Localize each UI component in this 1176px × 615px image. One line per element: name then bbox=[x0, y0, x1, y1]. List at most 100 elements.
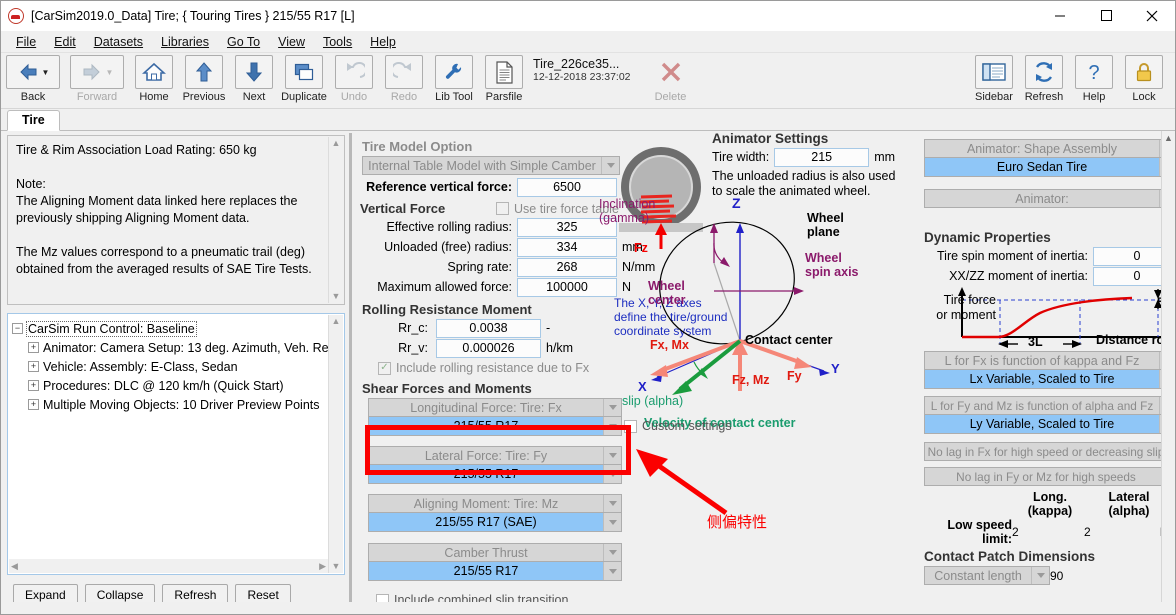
menu-datasets[interactable]: Datasets bbox=[85, 33, 152, 51]
tab-tire[interactable]: Tire bbox=[7, 110, 60, 131]
low-speed-alpha-input[interactable]: 2 bbox=[1084, 525, 1160, 539]
back-dropdown-icon[interactable]: ▼ bbox=[42, 68, 50, 77]
expand-icon[interactable]: + bbox=[28, 399, 39, 410]
reference-vertical-force-input[interactable]: 6500 bbox=[517, 177, 617, 197]
checkbox-checked-icon[interactable]: ✓ bbox=[378, 361, 391, 375]
relaxation-length-chart: Tire force or moment 3L Distance rolled … bbox=[918, 287, 1175, 349]
menu-help[interactable]: Help bbox=[361, 33, 405, 51]
expand-icon[interactable]: + bbox=[28, 342, 39, 353]
animator-shape-value-combo[interactable]: Euro Sedan Tire bbox=[924, 158, 1175, 177]
custom-settings-checkbox[interactable]: Custom settings bbox=[624, 419, 732, 433]
tree-item-procedures[interactable]: + Procedures: DLC @ 120 km/h (Quick Star… bbox=[12, 376, 340, 395]
menu-file[interactable]: File bbox=[7, 33, 45, 51]
no-lag-fx-combo[interactable]: No lag in Fx for high speed or decreasin… bbox=[924, 442, 1175, 461]
lx-title-combo[interactable]: L for Fx is function of kappa and Fz bbox=[924, 351, 1175, 370]
checkbox-icon[interactable] bbox=[624, 419, 637, 433]
menu-view[interactable]: View bbox=[269, 33, 314, 51]
constant-length-input[interactable]: 90 bbox=[1050, 569, 1162, 583]
menu-goto[interactable]: Go To bbox=[218, 33, 269, 51]
aligning-moment-value-combo[interactable]: 215/55 R17 (SAE) bbox=[368, 513, 622, 532]
chevron-down-icon[interactable] bbox=[603, 513, 621, 531]
toolbar-forward-button[interactable]: ▼ Forward bbox=[66, 55, 128, 103]
animator-shape-title-combo[interactable]: Animator: Shape Assembly bbox=[924, 139, 1175, 158]
animator-shape-title: Animator: Shape Assembly bbox=[925, 140, 1159, 157]
scroll-up-icon[interactable]: ▲ bbox=[332, 139, 341, 148]
no-lag-fx-label: No lag in Fx for high speed or decreasin… bbox=[925, 443, 1167, 460]
longitudinal-force-title-combo[interactable]: Longitudinal Force: Tire: Fx bbox=[368, 398, 622, 417]
notes-textarea[interactable]: Tire & Rim Association Load Rating: 650 … bbox=[7, 135, 345, 305]
toolbar-home-button[interactable]: Home bbox=[130, 55, 178, 103]
toolbar-parsfile-button[interactable]: Parsfile bbox=[480, 55, 528, 103]
collapse-icon[interactable]: − bbox=[12, 323, 23, 334]
scroll-up-icon[interactable]: ▲ bbox=[1164, 133, 1173, 143]
toolbar-duplicate-button[interactable]: Duplicate bbox=[280, 55, 328, 103]
tree-item-animator[interactable]: + Animator: Camera Setup: 13 deg. Azimut… bbox=[12, 338, 340, 357]
lateral-force-value-combo[interactable]: 215/55 R17 bbox=[368, 465, 622, 484]
chevron-down-icon[interactable] bbox=[603, 399, 621, 416]
tree-root-row[interactable]: − CarSim Run Control: Baseline bbox=[12, 319, 340, 338]
toolbar-lock-label: Lock bbox=[1132, 91, 1156, 103]
aligning-moment-title-combo[interactable]: Aligning Moment: Tire: Mz bbox=[368, 494, 622, 513]
expand-icon[interactable]: + bbox=[28, 380, 39, 391]
title-bar: [CarSim2019.0_Data] Tire; { Touring Tire… bbox=[1, 1, 1175, 31]
toolbar-sidebar-button[interactable]: Sidebar bbox=[970, 55, 1018, 103]
constant-length-combo[interactable]: Constant length bbox=[924, 566, 1050, 585]
contact-center-label: Contact center bbox=[745, 333, 833, 347]
lx-value-combo[interactable]: Lx Variable, Scaled to Tire bbox=[924, 370, 1175, 389]
toolbar-help-button[interactable]: ? Help bbox=[1070, 55, 1118, 103]
chevron-down-icon[interactable] bbox=[603, 417, 621, 435]
tire-width-input[interactable]: 215 bbox=[774, 147, 870, 167]
tree-horizontal-scrollbar[interactable]: ◀ ▶ bbox=[9, 559, 328, 573]
minimize-icon[interactable] bbox=[1037, 1, 1083, 31]
animator-plain-combo[interactable]: Animator: bbox=[924, 189, 1175, 208]
no-lag-fy-mz-combo[interactable]: No lag in Fy or Mz for high speeds bbox=[924, 467, 1175, 486]
close-icon[interactable] bbox=[1129, 1, 1175, 31]
svg-text:?: ? bbox=[1088, 62, 1099, 83]
scroll-left-icon[interactable]: ◀ bbox=[11, 561, 18, 572]
toolbar-lock-button[interactable]: Lock bbox=[1120, 55, 1168, 103]
toolbar: ▼ Back ▼ Forward Home Previous Next Dupl… bbox=[1, 53, 1175, 109]
low-speed-kappa-input[interactable]: 2 bbox=[1012, 525, 1084, 539]
toolbar-refresh-button[interactable]: Refresh bbox=[1020, 55, 1068, 103]
chevron-down-icon[interactable] bbox=[603, 495, 621, 512]
tree-vertical-scrollbar[interactable]: ▲ ▼ bbox=[328, 315, 343, 573]
toolbar-previous-button[interactable]: Previous bbox=[180, 55, 228, 103]
animator-settings-header: Animator Settings bbox=[712, 131, 829, 146]
chevron-down-icon[interactable] bbox=[603, 465, 621, 483]
menu-edit[interactable]: Edit bbox=[45, 33, 85, 51]
contact-patch-header: Contact Patch Dimensions bbox=[924, 549, 1096, 564]
toolbar-libtool-button[interactable]: Lib Tool bbox=[430, 55, 478, 103]
longitudinal-force-value-combo[interactable]: 215/55 R17 bbox=[368, 417, 622, 436]
lateral-force-title-combo[interactable]: Lateral Force: Tire: Fy bbox=[368, 446, 622, 465]
parsfile-date: 12-12-2018 23:37:02 bbox=[533, 71, 631, 83]
ly-title-combo[interactable]: L for Fy and Mz is function of alpha and… bbox=[924, 396, 1175, 415]
menu-libraries[interactable]: Libraries bbox=[152, 33, 218, 51]
ly-value-combo[interactable]: Ly Variable, Scaled to Tire bbox=[924, 415, 1175, 434]
tree-item-vehicle[interactable]: + Vehicle: Assembly: E-Class, Sedan bbox=[12, 357, 340, 376]
camber-thrust-title-combo[interactable]: Camber Thrust bbox=[368, 543, 622, 562]
camber-thrust-value-combo[interactable]: 215/55 R17 bbox=[368, 562, 622, 581]
tree-item-moving-objects[interactable]: + Multiple Moving Objects: 10 Driver Pre… bbox=[12, 395, 340, 414]
scroll-right-icon[interactable]: ▶ bbox=[319, 561, 326, 572]
forward-dropdown-icon[interactable]: ▼ bbox=[106, 68, 114, 77]
notes-scrollbar[interactable]: ▲ ▼ bbox=[328, 137, 343, 303]
toolbar-next-button[interactable]: Next bbox=[230, 55, 278, 103]
scroll-down-icon[interactable]: ▼ bbox=[332, 562, 341, 571]
note-line-2: Note: bbox=[16, 177, 46, 191]
scroll-up-icon[interactable]: ▲ bbox=[332, 317, 341, 326]
right-pane-scrollbar[interactable]: ▲ ▼ bbox=[1161, 131, 1175, 614]
toolbar-back-button[interactable]: ▼ Back bbox=[2, 55, 64, 103]
rr-c-input[interactable]: 0.0038 bbox=[436, 318, 541, 338]
expand-icon[interactable]: + bbox=[28, 361, 39, 372]
scroll-down-icon[interactable]: ▼ bbox=[332, 292, 341, 301]
tire-model-combo[interactable]: Internal Table Model with Simple Camber bbox=[362, 156, 620, 175]
chevron-down-icon[interactable] bbox=[1031, 567, 1049, 584]
rr-v-input[interactable]: 0.000026 bbox=[436, 338, 541, 358]
maximize-icon[interactable] bbox=[1083, 1, 1129, 31]
chevron-down-icon[interactable] bbox=[603, 447, 621, 464]
checkbox-icon[interactable] bbox=[496, 202, 509, 215]
chevron-down-icon[interactable] bbox=[603, 562, 621, 580]
chevron-down-icon[interactable] bbox=[603, 544, 621, 561]
menu-tools[interactable]: Tools bbox=[314, 33, 361, 51]
run-control-tree[interactable]: − CarSim Run Control: Baseline + Animato… bbox=[7, 313, 345, 575]
